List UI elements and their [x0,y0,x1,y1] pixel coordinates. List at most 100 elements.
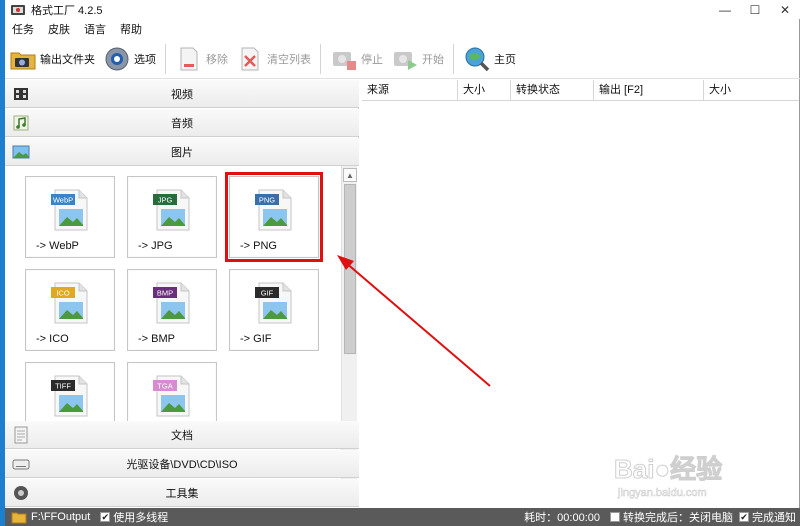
tools-icon [14,486,28,500]
notify-check[interactable]: ✔ [739,512,749,522]
watermark-url: jingyan.baidu.com [617,487,707,499]
col-output-size[interactable]: 大小 [704,80,798,101]
ico-file-icon: ICO [51,282,88,324]
menu-help[interactable]: 帮助 [113,21,149,37]
format-badge: GIF [261,289,274,298]
col-size[interactable]: 大小 [458,80,511,101]
start-button[interactable]: 开始 [387,41,448,77]
category-tools[interactable]: 工具集 [5,479,359,507]
home-button[interactable]: 主页 [459,41,520,77]
category-optical-label: 光驱设备\DVD\CD\ISO [126,458,238,471]
after-done-check[interactable] [610,512,620,522]
stop-icon [333,51,356,70]
elapsed-text: 耗时：00:00:00 [524,512,600,524]
stop-button[interactable]: 停止 [326,41,387,77]
clear-list-button[interactable]: 清空列表 [232,41,315,77]
notify-checkbox[interactable]: ✔ 完成通知 [739,509,796,525]
highlight-box [225,172,323,262]
format-tile-label: -> GIF [240,333,272,345]
menu-language[interactable]: 语言 [77,21,113,37]
format-tile-label: -> WebP [36,240,79,252]
col-output[interactable]: 输出 [F2] [594,80,704,101]
col-status[interactable]: 转换状态 [511,80,594,101]
toolbar-divider [320,43,321,74]
format-tile-label: -> JPG [138,240,173,252]
format-tile-label: -> BMP [138,333,175,345]
category-video-label: 视频 [171,88,193,101]
format-tile-bmp[interactable]: BMP -> BMP [127,269,217,351]
start-label: 开始 [422,53,444,66]
close-button[interactable]: ✕ [770,0,800,19]
gear-icon [105,47,129,70]
folder-icon [10,52,36,69]
maximize-button[interactable]: ☐ [740,0,770,19]
elapsed-time: 耗时：00:00:00 [524,509,600,525]
app-logo-icon [11,4,25,15]
output-path-text: F:\FFOutput [31,511,91,523]
category-audio[interactable]: 音频 [5,109,359,137]
scroll-thumb[interactable] [344,184,356,354]
table-header: 来源 大小 转换状态 输出 [F2] 大小 [362,80,799,101]
toolbar-divider [165,43,166,74]
category-panel: 视频 音频 图片 WebP -> WebP JPG -> JPG PNG -> PNG IC… [5,80,359,507]
folder-small-icon [11,512,27,523]
film-icon [14,88,28,100]
minimize-button[interactable]: — [710,0,740,19]
start-icon [394,51,417,70]
category-picture[interactable]: 图片 [5,138,359,166]
jpg-file-icon: JPG [153,189,190,231]
multithread-check[interactable]: ✔ [100,512,111,522]
menu-task[interactable]: 任务 [5,21,41,37]
category-audio-label: 音频 [171,117,193,130]
remove-label: 移除 [206,53,228,66]
home-label: 主页 [494,53,516,66]
music-note-icon [13,115,29,131]
format-tile-webp[interactable]: WebP -> WebP [25,176,115,258]
stop-label: 停止 [361,53,383,66]
title-bar[interactable]: 格式工厂 4.2.5 — ☐ ✕ [5,0,800,19]
clear-x-icon [241,47,259,70]
after-done-label: 转换完成后：关闭电脑 [623,512,733,524]
notify-label: 完成通知 [752,512,796,524]
format-badge: ICO [56,289,70,298]
category-picture-label: 图片 [171,146,193,159]
format-tile-gif[interactable]: GIF -> GIF [229,269,319,351]
document-icon [14,426,28,444]
col-source[interactable]: 来源 [362,80,458,101]
output-folder-label: 输出文件夹 [40,53,95,66]
format-tile-jpg[interactable]: JPG -> JPG [127,176,217,258]
multithread-checkbox[interactable]: ✔ 使用多线程 [100,509,168,525]
disc-drive-icon [12,459,30,470]
webp-file-icon: WebP [51,189,88,231]
category-tools-label: 工具集 [165,487,199,500]
category-optical[interactable]: 光驱设备\DVD\CD\ISO [5,450,359,478]
menu-bar: 任务 皮肤 语言 帮助 [5,19,800,39]
tga-file-icon: TGA [153,375,190,417]
format-badge: BMP [157,289,173,298]
picture-icon [12,145,30,159]
scroll-up-icon[interactable]: ▲ [343,168,357,182]
magnifier-globe-icon [465,47,490,71]
format-badge: JPG [158,196,173,205]
category-video[interactable]: 视频 [5,80,359,108]
options-button[interactable]: 选项 [99,41,160,77]
task-table[interactable]: 来源 大小 转换状态 输出 [F2] 大小 [362,80,799,507]
remove-doc-icon [180,47,198,70]
format-badge: TGA [157,382,172,391]
toolbar: 输出文件夹 选项 移除 清空列表 停止 开始 主页 [5,39,800,79]
toolbar-divider [453,43,454,74]
multithread-label: 使用多线程 [113,512,169,524]
tiff-file-icon: TIFF [51,375,88,417]
output-path[interactable]: F:\FFOutput [11,511,90,524]
gif-file-icon: GIF [255,282,292,324]
clear-list-label: 清空列表 [267,53,311,66]
remove-button[interactable]: 移除 [171,41,232,77]
baidu-watermark: Bai●经验 jingyan.baidu.com [614,454,723,500]
after-done-checkbox[interactable]: 转换完成后：关闭电脑 [610,509,733,525]
category-document[interactable]: 文档 [5,421,359,449]
menu-skin[interactable]: 皮肤 [41,21,77,37]
format-tile-ico[interactable]: ICO -> ICO [25,269,115,351]
output-folder-button[interactable]: 输出文件夹 [5,41,99,77]
options-label: 选项 [134,53,156,66]
format-badge: WebP [53,196,73,205]
